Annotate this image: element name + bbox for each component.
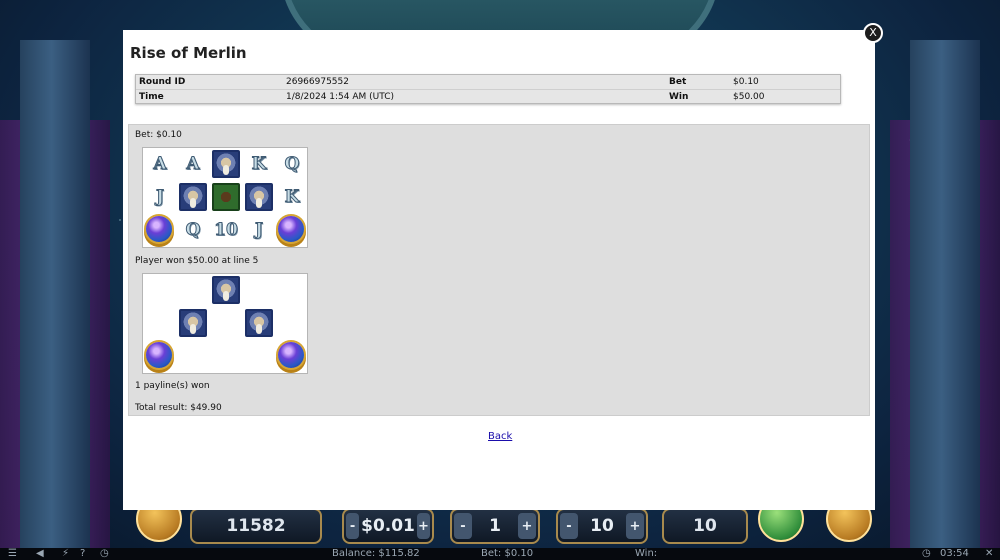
paylines-text: 1 payline(s) won bbox=[135, 381, 210, 391]
bet-text: Bet: $0.10 bbox=[481, 548, 534, 559]
orb-symbol-icon bbox=[146, 216, 172, 242]
round-id-value: 26966975552 bbox=[286, 77, 349, 87]
symbol-j-icon: J bbox=[155, 187, 165, 208]
results-panel: Bet: $0.10 A A K Q J K Q 10 J Player won $50.00 … bbox=[128, 124, 870, 416]
merlin-symbol-icon bbox=[212, 276, 240, 304]
credits-display: 11582 bbox=[190, 508, 322, 544]
status-bar: ☰ ◀ ⚡ ? ◷ Balance: $115.82 Bet: $0.10 Wi… bbox=[0, 548, 1000, 560]
menu-icon[interactable]: ☰ bbox=[8, 548, 17, 560]
bet-label: Bet bbox=[669, 77, 687, 87]
reel-grid: A A K Q J K Q 10 J bbox=[142, 147, 308, 248]
symbol-10-icon: 10 bbox=[214, 220, 239, 241]
clock-icon: ◷ bbox=[922, 548, 931, 559]
help-icon[interactable]: ? bbox=[80, 548, 85, 560]
lines-value: 10 bbox=[590, 516, 614, 536]
coin-value-increase-button[interactable]: + bbox=[416, 513, 430, 539]
orb-symbol-icon bbox=[278, 342, 304, 368]
pillar-left bbox=[20, 40, 90, 560]
symbol-q-icon: Q bbox=[185, 220, 201, 241]
symbol-j-icon: J bbox=[254, 220, 264, 241]
symbol-a-icon: A bbox=[153, 154, 167, 175]
bet-value: $0.10 bbox=[733, 77, 759, 87]
level-stepper: - 1 + bbox=[450, 508, 540, 544]
merlin-symbol-icon bbox=[179, 309, 207, 337]
merlin-symbol-icon bbox=[245, 183, 273, 211]
close-modal-button[interactable]: X bbox=[863, 23, 883, 43]
round-history-modal: Rise of Merlin Round ID 26966975552 Bet … bbox=[123, 30, 875, 510]
symbol-k-icon: K bbox=[284, 187, 300, 208]
coin-value-stepper: - $0.01 + bbox=[342, 508, 434, 544]
back-link[interactable]: Back bbox=[488, 431, 512, 442]
history-icon[interactable]: ◷ bbox=[100, 548, 109, 560]
bet-text: Bet: $0.10 bbox=[135, 130, 182, 140]
lines-stepper: - 10 + bbox=[556, 508, 648, 544]
time-value: 1/8/2024 1:54 AM (UTC) bbox=[286, 92, 394, 102]
clock-text: 03:54 bbox=[940, 548, 969, 559]
merlin-symbol-icon bbox=[245, 309, 273, 337]
lightning-icon[interactable]: ⚡ bbox=[62, 548, 69, 560]
symbol-a-icon: A bbox=[186, 154, 200, 175]
modal-title: Rise of Merlin bbox=[130, 44, 247, 62]
total-result-text: Total result: $49.90 bbox=[135, 403, 222, 413]
orb-symbol-icon bbox=[146, 342, 172, 368]
merlin-symbol-icon bbox=[212, 150, 240, 178]
pillar-right bbox=[910, 40, 980, 560]
coin-value: $0.01 bbox=[361, 516, 415, 536]
book-symbol-icon bbox=[212, 183, 240, 211]
close-game-icon[interactable]: ✕ bbox=[985, 548, 993, 560]
level-decrease-button[interactable]: - bbox=[454, 513, 472, 539]
balance-text: Balance: $115.82 bbox=[332, 548, 420, 559]
win-text: Win: bbox=[635, 548, 658, 559]
round-id-label: Round ID bbox=[139, 77, 186, 87]
game-controls: 11582 - $0.01 + - 1 + - 10 + 10 bbox=[0, 508, 1000, 548]
info-row-time: Time 1/8/2024 1:54 AM (UTC) Win $50.00 bbox=[136, 89, 840, 103]
win-value: $50.00 bbox=[733, 92, 765, 102]
coin-value-decrease-button[interactable]: - bbox=[346, 513, 360, 539]
winning-line-grid bbox=[142, 273, 308, 374]
time-label: Time bbox=[139, 92, 164, 102]
merlin-symbol-icon bbox=[179, 183, 207, 211]
sound-icon[interactable]: ◀ bbox=[36, 548, 44, 560]
symbol-q-icon: Q bbox=[284, 154, 300, 175]
win-label: Win bbox=[669, 92, 689, 102]
win-line-text: Player won $50.00 at line 5 bbox=[135, 256, 259, 266]
lines-decrease-button[interactable]: - bbox=[560, 513, 578, 539]
level-increase-button[interactable]: + bbox=[518, 513, 536, 539]
round-info-table: Round ID 26966975552 Bet $0.10 Time 1/8/… bbox=[135, 74, 841, 104]
info-row-round: Round ID 26966975552 Bet $0.10 bbox=[136, 75, 840, 89]
total-bet-display: 10 bbox=[662, 508, 748, 544]
symbol-k-icon: K bbox=[251, 154, 267, 175]
lines-increase-button[interactable]: + bbox=[626, 513, 644, 539]
orb-symbol-icon bbox=[278, 216, 304, 242]
level-value: 1 bbox=[489, 516, 501, 536]
